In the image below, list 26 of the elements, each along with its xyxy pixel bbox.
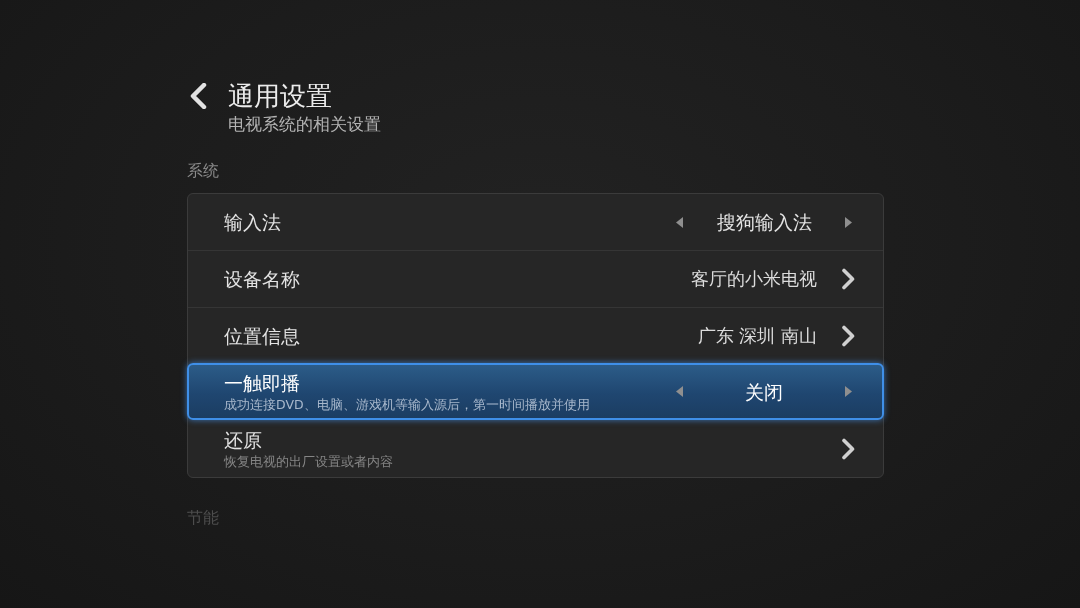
chevron-right-icon: [841, 325, 855, 347]
setting-value: 关闭: [744, 379, 784, 404]
setting-label: 设备名称: [224, 267, 300, 291]
left-triangle-icon[interactable]: [676, 386, 683, 397]
page-subtitle: 电视系统的相关设置: [228, 114, 381, 136]
right-triangle-icon[interactable]: [845, 386, 852, 397]
setting-label: 一触即播: [224, 370, 301, 395]
setting-label: 位置信息: [224, 324, 300, 348]
page-title: 通用设置: [228, 80, 333, 113]
back-icon[interactable]: [190, 83, 207, 109]
setting-value: 客厅的小米电视: [691, 267, 817, 291]
setting-row[interactable]: 还原 恢复电视的出厂设置或者内容: [188, 420, 883, 477]
chevron-right-icon: [841, 437, 855, 460]
setting-value: 搜狗输入法: [715, 210, 813, 234]
section-heading: 系统: [187, 160, 220, 182]
chevron-right-icon: [841, 268, 855, 290]
setting-row[interactable]: 输入法 搜狗输入法: [188, 194, 883, 250]
setting-value: 广东 深圳 南山: [697, 324, 817, 348]
left-triangle-icon[interactable]: [676, 216, 683, 228]
setting-row[interactable]: 设备名称 客厅的小米电视: [188, 250, 883, 307]
setting-row[interactable]: 一触即播 成功连接DVD、电脑、游戏机等输入源后，第一时间播放并使用 关闭: [187, 363, 884, 420]
setting-description: 成功连接DVD、电脑、游戏机等输入源后，第一时间播放并使用: [224, 395, 590, 413]
setting-label: 输入法: [224, 210, 281, 234]
setting-label: 还原: [224, 427, 263, 452]
setting-description: 恢复电视的出厂设置或者内容: [224, 452, 393, 470]
right-triangle-icon[interactable]: [845, 216, 852, 228]
